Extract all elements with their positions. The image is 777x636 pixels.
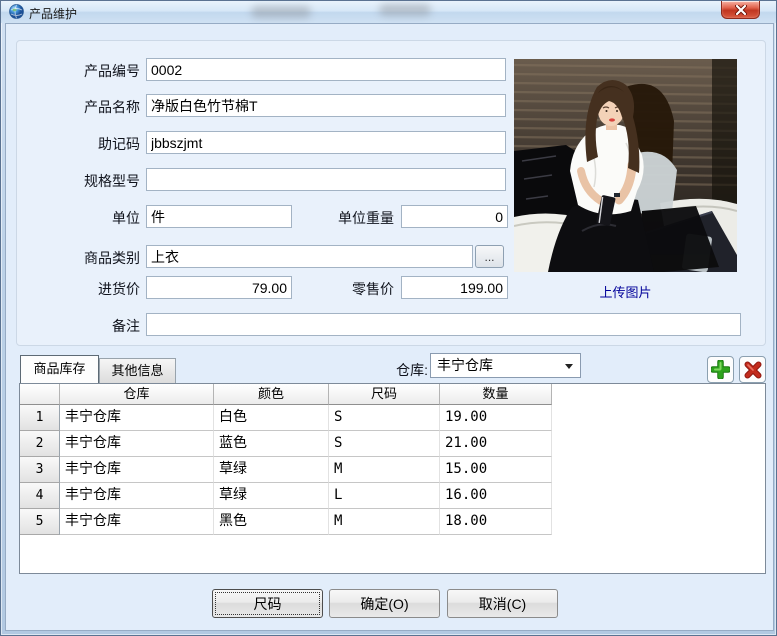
product-name-input[interactable] xyxy=(146,94,506,117)
grid-header-qty[interactable]: 数量 xyxy=(440,384,552,405)
purchase-price-label: 进货价 xyxy=(36,279,140,299)
retail-price-label: 零售价 xyxy=(306,279,394,299)
background-smudge xyxy=(251,6,311,18)
globe-icon xyxy=(9,4,24,19)
product-code-input[interactable] xyxy=(146,58,506,81)
retail-price-input[interactable] xyxy=(401,276,508,299)
grid-header-warehouse[interactable]: 仓库 xyxy=(60,384,214,405)
unit-label: 单位 xyxy=(36,208,140,228)
warehouse-label: 仓库: xyxy=(346,360,428,380)
product-name-label: 产品名称 xyxy=(36,97,140,117)
row-number-cell[interactable]: 1 xyxy=(20,405,60,431)
mnemonic-code-input[interactable] xyxy=(146,131,506,154)
cell-color[interactable]: 草绿 xyxy=(214,483,329,509)
window-title: 产品维护 xyxy=(29,5,77,22)
cell-color[interactable]: 草绿 xyxy=(214,457,329,483)
cell-color[interactable]: 蓝色 xyxy=(214,431,329,457)
unit-weight-input[interactable] xyxy=(401,205,508,228)
remarks-label: 备注 xyxy=(36,316,140,336)
cell-warehouse[interactable]: 丰宁仓库 xyxy=(60,431,214,457)
cancel-button[interactable]: 取消(C) xyxy=(447,589,558,618)
ok-button[interactable]: 确定(O) xyxy=(329,589,440,618)
warehouse-select[interactable]: 丰宁仓库 xyxy=(430,353,581,378)
upload-image-link[interactable]: 上传图片 xyxy=(514,282,737,301)
warehouse-selected-value: 丰宁仓库 xyxy=(437,357,493,373)
cell-color[interactable]: 白色 xyxy=(214,405,329,431)
cell-size[interactable]: L xyxy=(329,483,440,509)
cell-qty[interactable]: 16.00 xyxy=(440,483,552,509)
product-maintenance-window: 产品维护 产品编号 产品名称 助记码 规格型号 单位 单位重量 商品类别 ...… xyxy=(0,0,777,636)
cell-qty[interactable]: 18.00 xyxy=(440,509,552,535)
mnemonic-code-label: 助记码 xyxy=(36,134,140,154)
row-number-cell[interactable]: 3 xyxy=(20,457,60,483)
category-label: 商品类别 xyxy=(36,248,140,268)
close-x-icon xyxy=(735,5,747,15)
product-photo xyxy=(514,59,737,272)
red-x-icon xyxy=(744,361,762,379)
grid-corner-header xyxy=(20,384,60,405)
cell-qty[interactable]: 15.00 xyxy=(440,457,552,483)
cell-warehouse[interactable]: 丰宁仓库 xyxy=(60,457,214,483)
remarks-input[interactable] xyxy=(146,313,741,336)
background-smudge xyxy=(379,4,431,16)
product-code-label: 产品编号 xyxy=(36,61,140,81)
cell-color[interactable]: 黑色 xyxy=(214,509,329,535)
unit-input[interactable] xyxy=(146,205,292,228)
cell-warehouse[interactable]: 丰宁仓库 xyxy=(60,509,214,535)
size-button[interactable]: 尺码 xyxy=(212,589,323,618)
close-button[interactable] xyxy=(721,1,760,19)
inventory-grid: 仓库 颜色 尺码 数量 1 丰宁仓库 白色 S 19.00 2 丰宁仓库 蓝色 … xyxy=(19,383,766,574)
client-area: 产品编号 产品名称 助记码 规格型号 单位 单位重量 商品类别 ... 进货价 … xyxy=(5,23,774,631)
cell-qty[interactable]: 19.00 xyxy=(440,405,552,431)
spec-model-input[interactable] xyxy=(146,168,506,191)
tab-product-inventory[interactable]: 商品库存 xyxy=(20,355,99,383)
row-number-cell[interactable]: 5 xyxy=(20,509,60,535)
green-plus-icon xyxy=(711,360,730,379)
category-browse-button[interactable]: ... xyxy=(475,245,504,268)
chevron-down-icon xyxy=(565,364,573,369)
cell-warehouse[interactable]: 丰宁仓库 xyxy=(60,405,214,431)
cell-size[interactable]: M xyxy=(329,457,440,483)
cell-warehouse[interactable]: 丰宁仓库 xyxy=(60,483,214,509)
cell-qty[interactable]: 21.00 xyxy=(440,431,552,457)
category-input[interactable] xyxy=(146,245,473,268)
row-number-cell[interactable]: 4 xyxy=(20,483,60,509)
delete-row-button[interactable] xyxy=(739,356,766,383)
spec-model-label: 规格型号 xyxy=(36,171,140,191)
unit-weight-label: 单位重量 xyxy=(306,208,394,228)
cell-size[interactable]: S xyxy=(329,405,440,431)
grid-header-color[interactable]: 颜色 xyxy=(214,384,329,405)
grid-header-size[interactable]: 尺码 xyxy=(329,384,440,405)
cell-size[interactable]: S xyxy=(329,431,440,457)
row-number-cell[interactable]: 2 xyxy=(20,431,60,457)
titlebar: 产品维护 xyxy=(1,1,776,23)
add-row-button[interactable] xyxy=(707,356,734,383)
tab-other-info[interactable]: 其他信息 xyxy=(99,358,176,383)
cell-size[interactable]: M xyxy=(329,509,440,535)
purchase-price-input[interactable] xyxy=(146,276,292,299)
